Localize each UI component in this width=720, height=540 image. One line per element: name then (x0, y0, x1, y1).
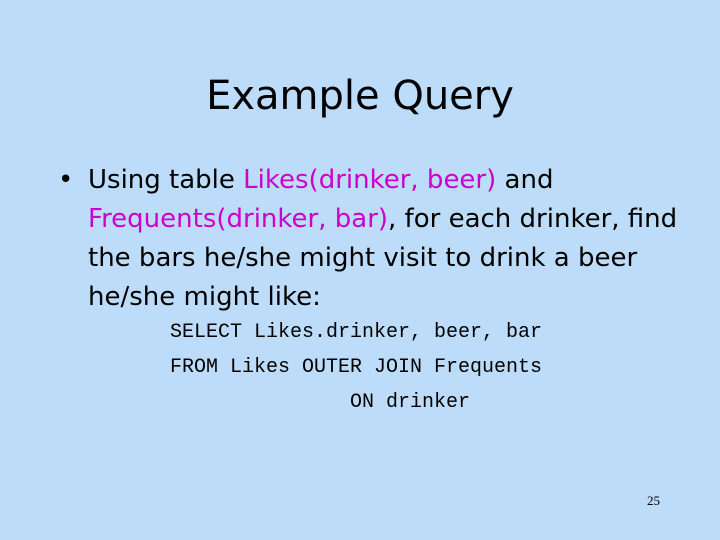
sql-line-from: FROM Likes OUTER JOIN Frequents (170, 356, 543, 379)
sql-line-on: ON drinker (350, 391, 471, 414)
slide-title: Example Query (206, 73, 514, 119)
slide: Example Query • Using table Likes(drinke… (0, 0, 720, 540)
page-number: 25 (647, 493, 660, 508)
bullet-text-part: Using table (88, 165, 244, 195)
bullet-text-part: and (496, 165, 554, 195)
bullet-marker: • (58, 165, 74, 195)
likes-table-highlight: Likes(drinker, beer) (243, 165, 497, 195)
frequents-table-highlight: Frequents(drinker, bar) (88, 204, 389, 234)
sql-line-select: SELECT Likes.drinker, beer, bar (170, 321, 543, 344)
bullet-text: Using table Likes(drinker, beer) and Fre… (88, 161, 678, 317)
